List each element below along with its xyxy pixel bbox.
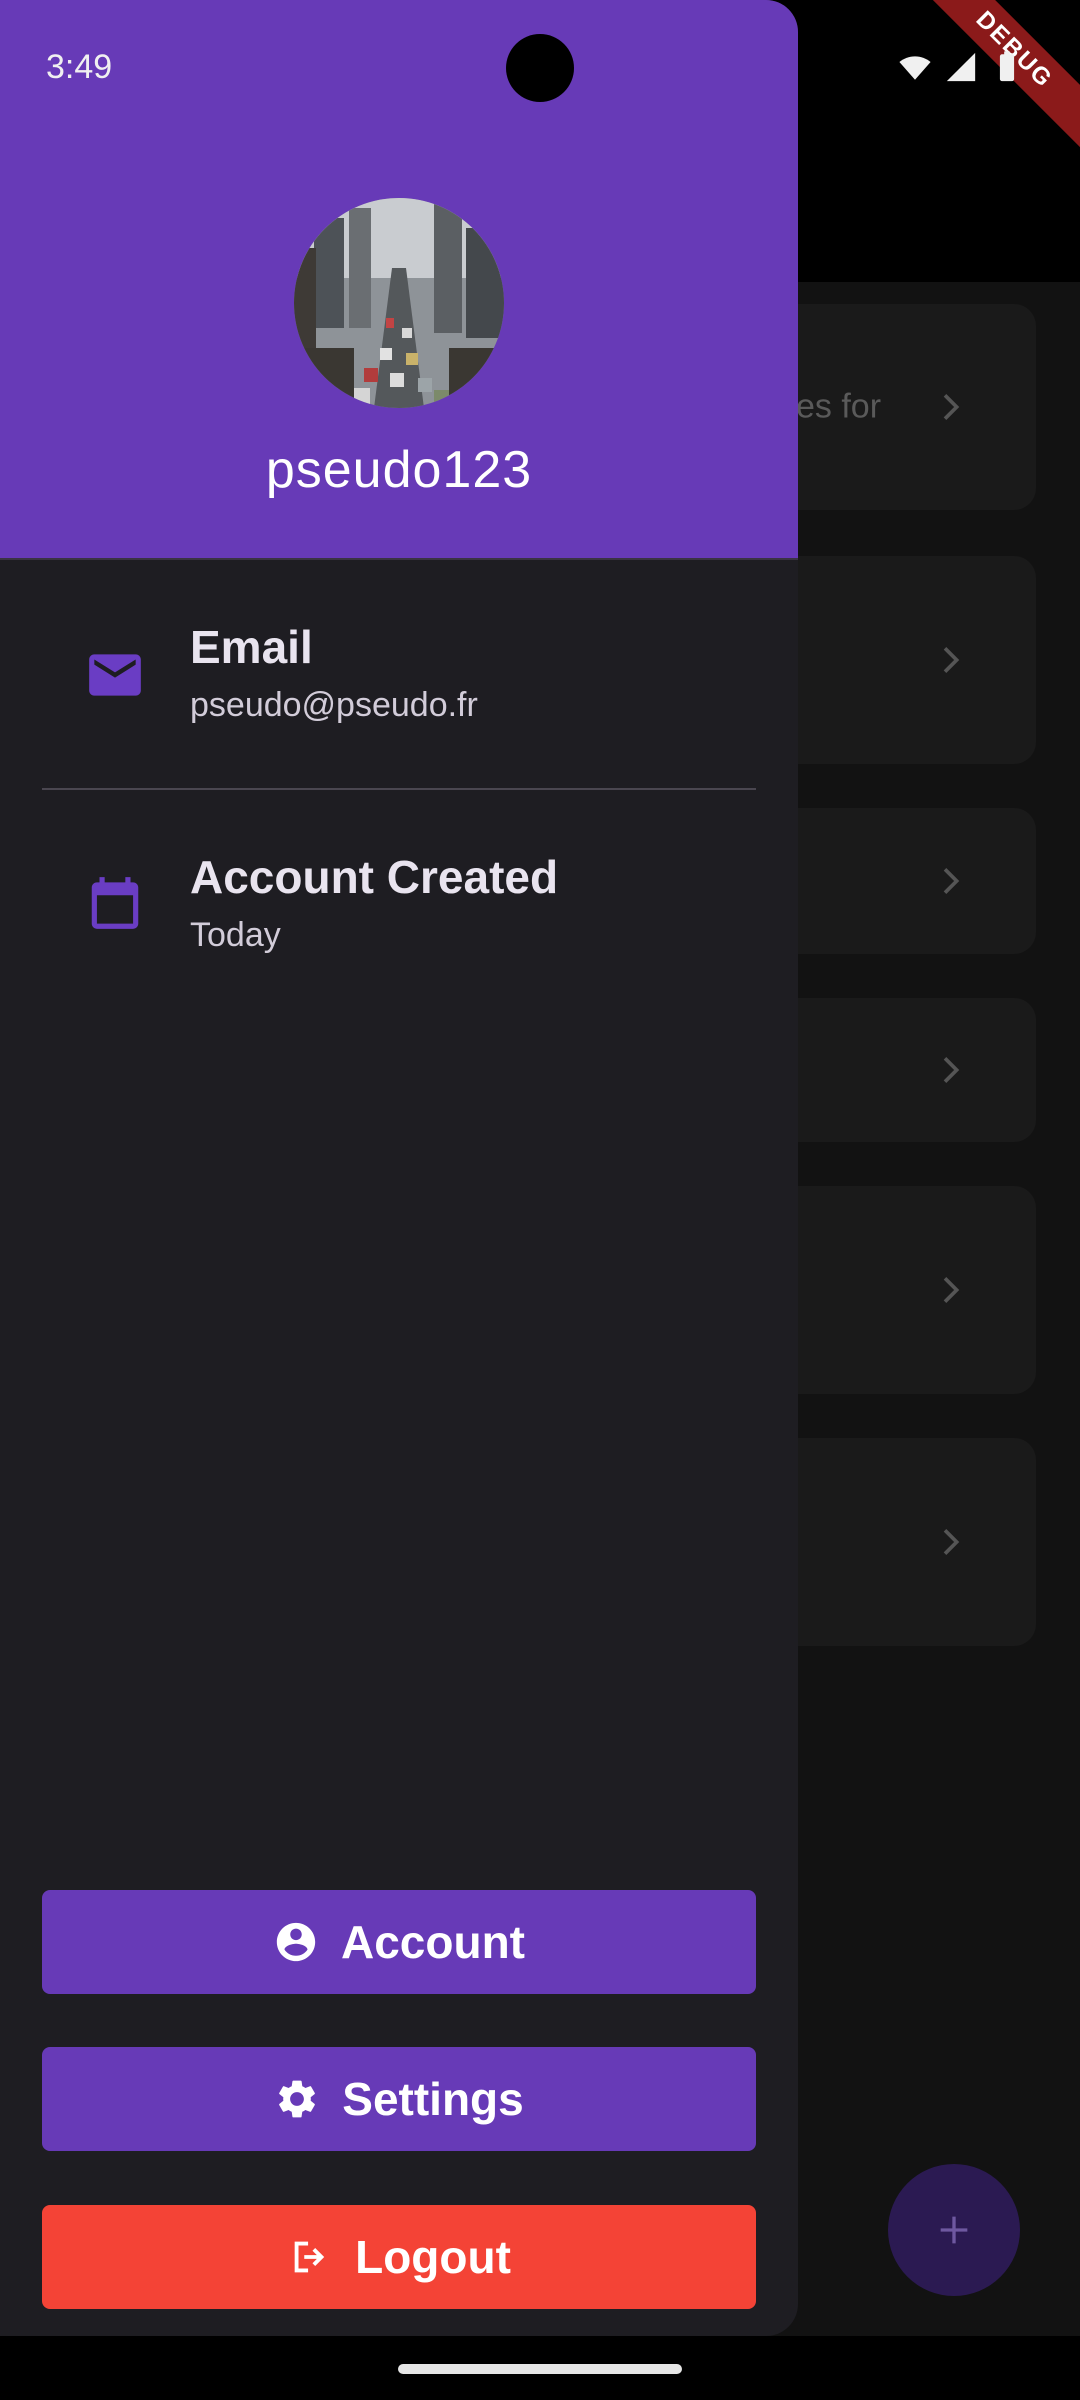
card-snippet: es for	[796, 387, 882, 426]
logout-button[interactable]: Logout	[42, 2205, 756, 2309]
city-traffic-photo	[294, 198, 504, 408]
logout-button-label: Logout	[355, 2231, 511, 2283]
drawer-header: pseudo123	[0, 0, 798, 560]
account-circle-icon	[276, 1922, 316, 1962]
avatar[interactable]	[294, 198, 504, 408]
chevron-right-icon	[943, 394, 960, 420]
account-created-title: Account Created	[190, 851, 559, 903]
add-fab-button[interactable]	[888, 2164, 1020, 2296]
email-info-item: Email pseudo@pseudo.fr	[0, 620, 798, 730]
battery-icon	[999, 51, 1015, 82]
divider	[42, 788, 756, 790]
email-icon	[84, 644, 146, 706]
status-time: 3:49	[46, 48, 113, 86]
plus-icon	[940, 2216, 968, 2244]
chevron-right-icon	[943, 1057, 960, 1083]
logout-icon	[294, 2241, 325, 2273]
account-created-value: Today	[190, 916, 281, 954]
account-button[interactable]: Account	[42, 1890, 756, 1994]
settings-button-label: Settings	[342, 2073, 524, 2125]
calendar-icon	[84, 872, 146, 934]
wifi-icon	[899, 56, 931, 80]
account-created-info-item: Account Created Today	[0, 850, 798, 960]
account-button-label: Account	[341, 1916, 525, 1968]
home-indicator[interactable]	[398, 2364, 682, 2374]
navigation-drawer: pseudo123 Email pseudo@pseudo.fr Account…	[0, 0, 798, 2336]
chevron-right-icon	[943, 1277, 960, 1303]
status-icons	[898, 50, 1024, 84]
email-title: Email	[190, 621, 313, 673]
email-value: pseudo@pseudo.fr	[190, 686, 478, 724]
chevron-right-icon	[943, 1529, 960, 1555]
username: pseudo123	[265, 441, 533, 499]
gear-icon	[279, 2080, 316, 2118]
chevron-right-icon	[943, 868, 960, 894]
chevron-right-icon	[943, 647, 960, 673]
signal-icon	[946, 52, 976, 82]
settings-button[interactable]: Settings	[42, 2047, 756, 2151]
camera-cutout	[506, 34, 574, 102]
